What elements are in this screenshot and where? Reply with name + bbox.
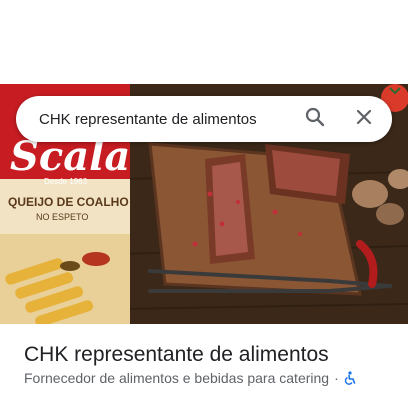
wheelchair-accessible-icon [344, 371, 357, 385]
search-box[interactable]: CHK representante de alimentos [16, 96, 392, 142]
clear-search-button[interactable] [350, 105, 378, 133]
separator-dot: · [334, 370, 339, 386]
close-icon [356, 109, 372, 130]
scala-tagline: Desde 1963 [44, 177, 88, 186]
product-name-line1: QUEIJO DE COALHO [8, 195, 129, 209]
search-icon [305, 107, 325, 132]
place-name[interactable]: CHK representante de alimentos [24, 343, 329, 367]
place-subtitle: Fornecedor de alimentos e bebidas para c… [24, 370, 357, 386]
search-button[interactable] [301, 105, 329, 133]
top-blank-area [0, 0, 408, 84]
product-name-line2: NO ESPETO [36, 212, 88, 222]
place-category: Fornecedor de alimentos e bebidas para c… [24, 370, 330, 386]
search-input[interactable]: CHK representante de alimentos [39, 111, 301, 128]
